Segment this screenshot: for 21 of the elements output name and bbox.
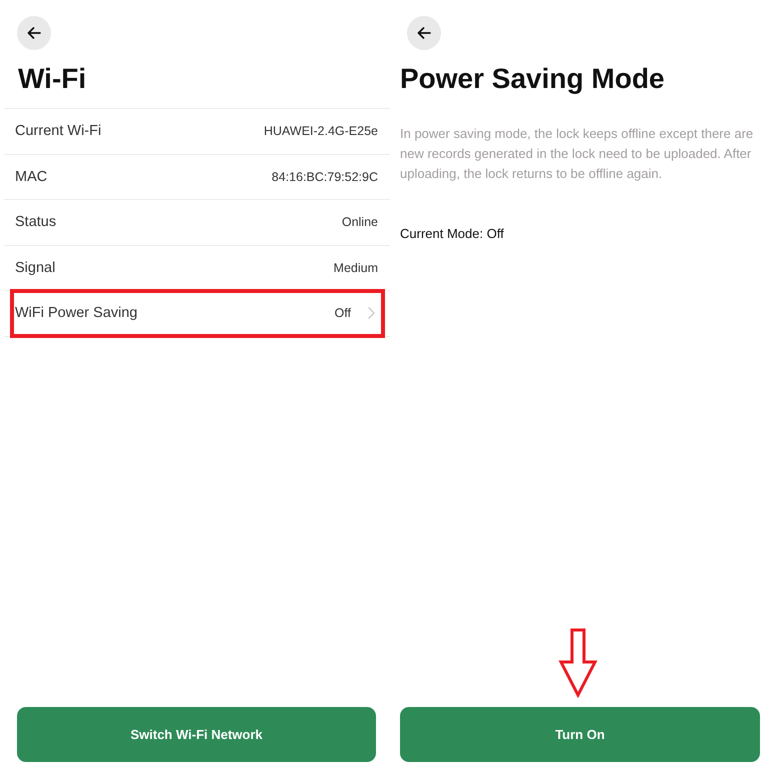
back-button[interactable] [407,16,441,50]
arrow-left-icon [417,27,431,39]
row-label: Status [15,214,56,230]
arrow-left-icon [27,27,41,39]
row-label: MAC [15,168,48,185]
back-button[interactable] [17,16,51,50]
current-mode-text: Current Mode: Off [400,225,505,243]
page-title: Wi-Fi [18,62,88,96]
row-value: Off [334,306,351,320]
description-text: In power saving mode, the lock keeps offline except there are new records generated in the lock need to be uploaded. After uploading, the lock returns to be offline again. [400,125,754,183]
row-value: Medium [334,260,378,275]
page-title: Power Saving Mode [400,62,666,96]
row-label: WiFi Power Saving [15,305,138,322]
row-label: Current Wi-Fi [15,123,102,140]
chevron-right-icon [368,307,375,320]
switch-network-button[interactable]: Switch Wi-Fi Network [17,707,376,762]
turn-on-button[interactable]: Turn On [400,707,760,762]
row-label: Signal [15,260,56,276]
row-value: 84:16:BC:79:52:9C [272,170,378,184]
row-value: Online [342,215,378,230]
row-value: HUAWEI-2.4G-E25e [264,124,378,138]
